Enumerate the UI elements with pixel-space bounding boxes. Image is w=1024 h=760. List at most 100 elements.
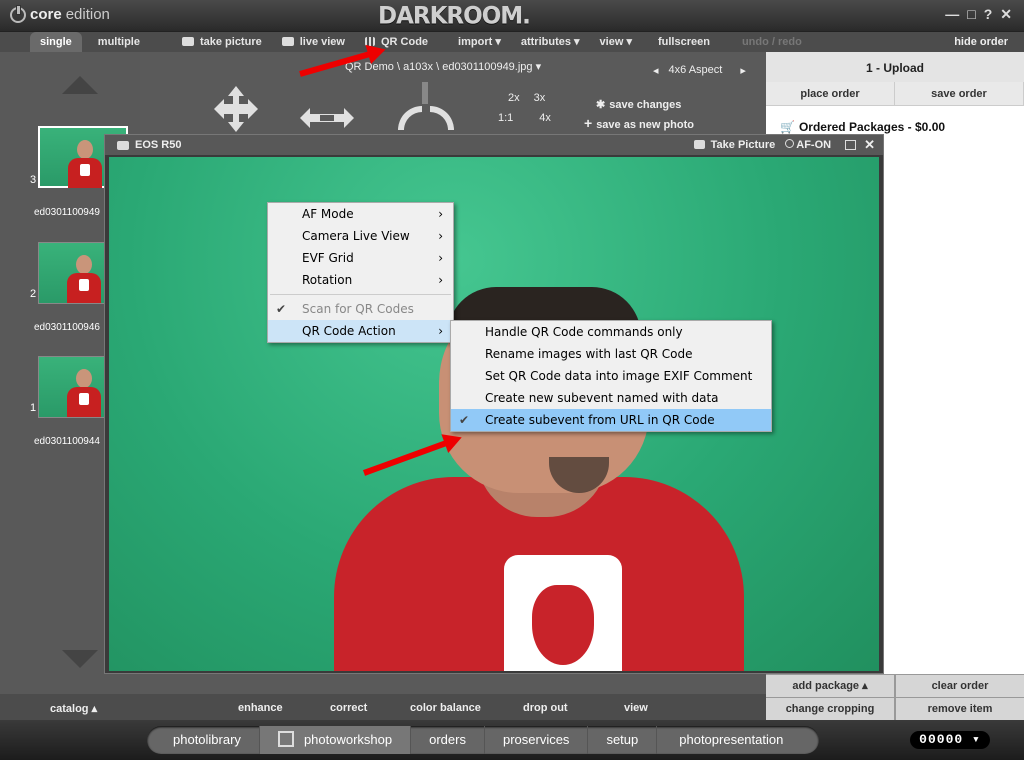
camera-title: EOS R50	[135, 139, 182, 151]
maximize-button[interactable]: □	[967, 6, 975, 23]
chevron-right-icon: ›	[438, 251, 443, 265]
change-cropping-button[interactable]: change cropping	[766, 698, 894, 720]
plus-icon: +	[584, 115, 593, 131]
menu-item-rotation[interactable]: Rotation ›	[268, 269, 453, 291]
zoom-3x-button[interactable]: 3x	[534, 92, 546, 104]
thumbnail-name: ed0301100944	[34, 436, 100, 447]
aspect-prev-button[interactable]: ◂	[653, 64, 659, 77]
menu-item-label: AF Mode	[302, 207, 354, 221]
submenu-item-handle-commands[interactable]: Handle QR Code commands only	[451, 321, 771, 343]
tab-enhance[interactable]: enhance	[238, 702, 283, 714]
camera-icon	[693, 140, 705, 149]
submenu-item-create-subevent-url[interactable]: ✔ Create subevent from URL in QR Code	[451, 409, 771, 431]
menu-item-label: QR Code Action	[302, 324, 396, 338]
thumbnail-name: ed0301100949	[34, 207, 100, 218]
radio-icon	[785, 139, 795, 148]
remove-item-button[interactable]: remove item	[896, 698, 1024, 720]
chevron-right-icon: ›	[438, 207, 443, 221]
rotate-icon[interactable]	[394, 82, 458, 135]
tab-drop-out[interactable]: drop out	[523, 702, 568, 714]
take-picture-label: take picture	[199, 36, 262, 48]
thumbnail-name: ed0301100946	[34, 322, 100, 333]
menu-item-camera-live-view[interactable]: Camera Live View ›	[268, 225, 453, 247]
tab-multiple[interactable]: multiple	[88, 32, 150, 52]
place-order-button[interactable]: place order	[766, 82, 895, 105]
tab-view[interactable]: view	[624, 702, 648, 714]
resize-crop-icon[interactable]	[298, 104, 356, 135]
thumbnail-number: 2	[30, 288, 37, 300]
close-button[interactable]: ✕	[1000, 6, 1012, 23]
menu-item-af-mode[interactable]: AF Mode ›	[268, 203, 453, 225]
menu-item-evf-grid[interactable]: EVF Grid ›	[268, 247, 453, 269]
camera-icon	[181, 37, 194, 46]
menu-item-scan-qr-codes[interactable]: ✔ Scan for QR Codes	[268, 298, 453, 320]
nav-setup[interactable]: setup	[588, 726, 658, 754]
hide-order-button[interactable]: hide order	[954, 32, 1008, 52]
help-button[interactable]: ?	[984, 6, 993, 23]
nav-photoworkshop[interactable]: photoworkshop	[259, 726, 412, 754]
add-package-button[interactable]: add package ▴	[766, 675, 894, 697]
tab-color-balance[interactable]: color balance	[410, 702, 481, 714]
submenu-item-set-exif[interactable]: Set QR Code data into image EXIF Comment	[451, 365, 771, 387]
view-menu[interactable]: view ▾	[590, 32, 642, 52]
zoom-controls: 2x 3x 1:1 4x	[498, 88, 551, 128]
catalog-tab[interactable]: catalog ▴	[50, 702, 97, 715]
image-counter[interactable]: 00000 ▾	[910, 731, 990, 749]
power-icon[interactable]	[10, 4, 26, 23]
af-on-toggle[interactable]: AF-ON	[785, 139, 831, 151]
order-actions: add package ▴ clear order change croppin…	[766, 674, 1024, 720]
fullscreen-button[interactable]: fullscreen	[648, 32, 720, 52]
check-icon: ✔	[459, 413, 470, 427]
take-picture-camera-label: Take Picture	[710, 139, 776, 151]
minimize-button[interactable]: —	[945, 6, 959, 23]
save-as-new-label: save as new photo	[596, 119, 694, 131]
camera-close-button[interactable]: ✕	[864, 137, 875, 153]
take-picture-button[interactable]: take picture	[172, 32, 272, 52]
camera-title-bar: EOS R50 Take Picture AF-ON ✕	[105, 135, 883, 155]
menu-item-label: Camera Live View	[302, 229, 410, 243]
menu-item-qr-code-action[interactable]: QR Code Action ›	[268, 320, 453, 342]
zoom-2x-button[interactable]: 2x	[508, 92, 520, 104]
thumbnail-number: 3	[30, 174, 37, 186]
scroll-up-arrow-icon[interactable]	[62, 76, 98, 94]
undo-redo-button[interactable]: undo / redo	[732, 32, 812, 52]
shirt-logo	[504, 555, 622, 671]
clear-order-button[interactable]: clear order	[896, 675, 1024, 697]
check-icon: ✔	[276, 302, 287, 316]
thumbnail-person	[67, 369, 101, 417]
take-picture-camera-button[interactable]: Take Picture	[693, 139, 776, 151]
submenu-item-create-subevent-named[interactable]: Create new subevent named with data	[451, 387, 771, 409]
aspect-next-button[interactable]: ▸	[740, 64, 746, 77]
attributes-menu[interactable]: attributes ▾	[511, 32, 590, 52]
import-menu[interactable]: import ▾	[448, 32, 511, 52]
menu-item-label: Scan for QR Codes	[302, 302, 414, 316]
menu-item-label: Rotation	[302, 273, 353, 287]
qr-code-action-submenu: Handle QR Code commands only Rename imag…	[450, 320, 772, 432]
ordered-packages-label: Ordered Packages - $0.00	[798, 120, 946, 134]
nav-photopresentation[interactable]: photopresentation	[657, 726, 801, 754]
brand[interactable]: core edition	[10, 4, 110, 23]
order-buttons: place order save order	[766, 82, 1024, 106]
aspect-label: 4x6 Aspect	[668, 64, 723, 76]
scroll-down-arrow-icon[interactable]	[62, 650, 98, 668]
ordered-packages: 🛒 Ordered Packages - $0.00	[780, 120, 945, 134]
camera-maximize-button[interactable]	[845, 140, 857, 150]
nav-photolibrary[interactable]: photolibrary	[147, 726, 260, 754]
save-order-button[interactable]: save order	[895, 82, 1024, 105]
save-changes-button[interactable]: ✱ save changes	[596, 96, 694, 114]
chevron-right-icon: ›	[438, 324, 443, 338]
tab-correct[interactable]: correct	[330, 702, 367, 714]
zoom-1x-button[interactable]: 1:1	[498, 112, 513, 124]
submenu-item-rename-images[interactable]: Rename images with last QR Code	[451, 343, 771, 365]
live-view-label: live view	[299, 36, 345, 48]
live-view-button[interactable]: live view	[272, 32, 355, 52]
submenu-item-label: Create subevent from URL in QR Code	[485, 413, 715, 427]
aspect-selector: ◂ 4x6 Aspect ▸	[653, 64, 746, 77]
nav-orders[interactable]: orders	[411, 726, 485, 754]
brand-core: core	[30, 6, 62, 23]
zoom-4x-button[interactable]: 4x	[539, 112, 551, 124]
save-as-new-button[interactable]: + save as new photo	[584, 114, 694, 134]
nav-proservices[interactable]: proservices	[485, 726, 589, 754]
tab-single[interactable]: single	[30, 32, 82, 52]
monitor-icon	[281, 37, 294, 46]
